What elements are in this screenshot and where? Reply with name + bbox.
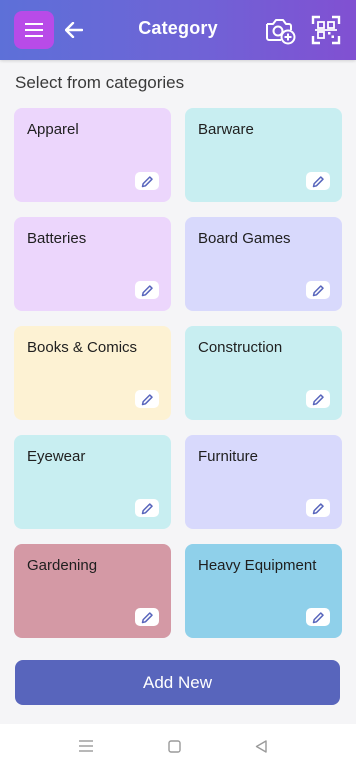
pencil-icon [141, 175, 153, 187]
category-name: Construction [198, 339, 283, 356]
category-card[interactable]: Books & Comics [14, 326, 171, 420]
pencil-icon [141, 611, 153, 623]
scan-button[interactable] [310, 14, 342, 46]
category-name: Eyewear [27, 448, 86, 465]
pencil-icon [141, 502, 153, 514]
triangle-back-icon [255, 739, 267, 753]
category-name: Batteries [27, 230, 87, 247]
menu-lines-icon [79, 740, 93, 752]
category-card[interactable]: Apparel [14, 108, 171, 202]
add-new-button[interactable]: Add New [15, 660, 340, 705]
category-name: Board Games [198, 230, 291, 247]
edit-button[interactable] [306, 390, 330, 408]
edit-button[interactable] [135, 608, 159, 626]
pencil-icon [312, 502, 324, 514]
qr-scan-icon [311, 15, 341, 45]
section-heading: Select from categories [15, 73, 185, 92]
category-card[interactable]: Eyewear [14, 435, 171, 529]
category-card[interactable]: Construction [185, 326, 342, 420]
pencil-icon [312, 393, 324, 405]
category-card[interactable]: Barware [185, 108, 342, 202]
category-card[interactable]: Batteries [14, 217, 171, 311]
page-title: Category [138, 18, 218, 38]
edit-button[interactable] [135, 281, 159, 299]
edit-button[interactable] [135, 390, 159, 408]
category-card[interactable]: Heavy Equipment [185, 544, 342, 638]
category-name: Barware [198, 121, 254, 138]
pencil-icon [141, 284, 153, 296]
pencil-icon [312, 284, 324, 296]
recent-apps-button[interactable] [76, 737, 96, 755]
edit-button[interactable] [306, 172, 330, 190]
pencil-icon [312, 175, 324, 187]
home-button[interactable] [164, 737, 184, 755]
add-photo-button[interactable] [264, 14, 296, 46]
category-name: Apparel [27, 121, 79, 138]
system-nav-bar [0, 724, 356, 768]
pencil-icon [141, 393, 153, 405]
square-icon [167, 739, 181, 753]
edit-button[interactable] [306, 499, 330, 517]
category-name: Heavy Equipment [198, 557, 317, 574]
category-card[interactable]: Gardening [14, 544, 171, 638]
edit-button[interactable] [135, 499, 159, 517]
edit-button[interactable] [306, 281, 330, 299]
app-bar: Category [0, 0, 356, 60]
category-name: Furniture [198, 448, 259, 465]
category-card[interactable]: Furniture [185, 435, 342, 529]
back-nav-button[interactable] [251, 737, 271, 755]
category-grid: Apparel Barware Batteries Board Games Bo… [14, 108, 342, 638]
edit-button[interactable] [306, 608, 330, 626]
category-name: Gardening [27, 557, 98, 574]
pencil-icon [312, 611, 324, 623]
camera-add-icon [266, 19, 296, 45]
category-card[interactable]: Board Games [185, 217, 342, 311]
edit-button[interactable] [135, 172, 159, 190]
category-name: Books & Comics [27, 339, 138, 356]
